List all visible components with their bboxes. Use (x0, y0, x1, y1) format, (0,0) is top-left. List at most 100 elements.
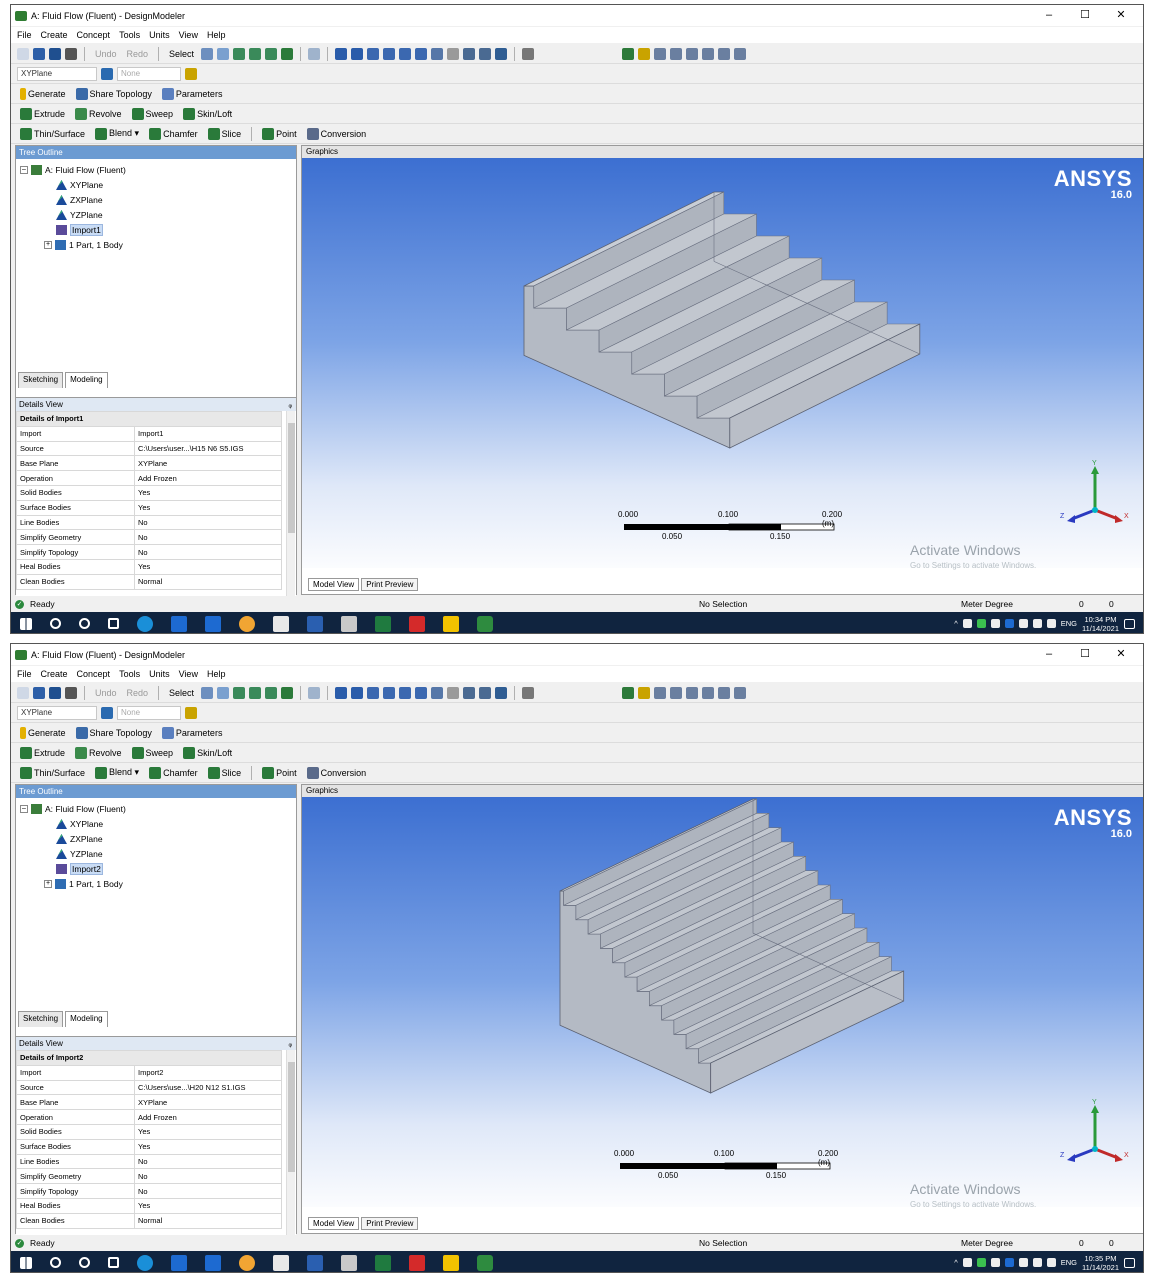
details-value[interactable]: Yes (134, 1197, 282, 1214)
details-group-row[interactable]: Details of Import2 (16, 1050, 282, 1066)
tray-app-icon[interactable] (976, 619, 986, 628)
word-icon[interactable] (307, 1254, 323, 1271)
select-mode-icon[interactable] (201, 47, 214, 60)
rotate-icon[interactable] (335, 686, 348, 699)
display-plane-icon[interactable] (495, 47, 508, 60)
point-button[interactable]: Point (259, 766, 300, 779)
new-plane-icon[interactable] (101, 67, 113, 80)
tree-item-yzplane[interactable]: YZPlane (56, 847, 103, 861)
point-button[interactable]: Point (259, 127, 300, 140)
acrobat-icon[interactable] (409, 1254, 425, 1271)
details-row[interactable]: Simplify Geometry No (16, 529, 282, 546)
details-row[interactable]: Simplify Topology No (16, 544, 282, 560)
extend-selection-icon[interactable] (308, 686, 321, 699)
new-plane-icon[interactable] (101, 706, 113, 719)
minimize-button[interactable]: – (1031, 646, 1067, 662)
new-sketch-icon[interactable] (185, 706, 197, 719)
conversion-button[interactable]: Conversion (304, 127, 370, 140)
clock[interactable]: 10:35 PM 11/14/2021 (1082, 1254, 1119, 1272)
volume-icon[interactable] (1046, 1258, 1056, 1267)
circle-tool-icon[interactable] (702, 47, 715, 60)
menu-view[interactable]: View (179, 30, 198, 40)
cortana-icon[interactable] (79, 618, 90, 629)
wifi-icon[interactable] (1032, 619, 1042, 628)
ruler-icon[interactable] (522, 686, 535, 699)
share-topology-button[interactable]: Share Topology (73, 87, 155, 100)
display-model-icon[interactable] (463, 686, 476, 699)
face-filter-icon[interactable] (265, 686, 278, 699)
select-filter-icon[interactable] (217, 686, 230, 699)
close-button[interactable]: ✕ (1103, 646, 1139, 662)
thin-surface-button[interactable]: Thin/Surface (17, 127, 88, 140)
tab-sketching[interactable]: Sketching (18, 372, 64, 388)
expand-icon[interactable]: + (44, 241, 52, 249)
details-row[interactable]: Base Plane XYPlane (16, 455, 282, 472)
details-group-row[interactable]: Details of Import1 (16, 411, 282, 427)
tab-print-preview[interactable]: Print Preview (361, 1217, 419, 1230)
arc-tool-icon[interactable] (670, 686, 683, 699)
details-value[interactable]: C:\Users\use...\H20 N12 S1.IGS (134, 1079, 282, 1096)
windows-start-icon[interactable] (20, 1256, 32, 1269)
revolve-button[interactable]: Revolve (72, 746, 125, 759)
details-value[interactable]: No (134, 544, 282, 560)
tree-item-yzplane[interactable]: YZPlane (56, 208, 103, 222)
details-scrollbar[interactable] (286, 1050, 295, 1235)
skin-loft-button[interactable]: Skin/Loft (180, 746, 235, 759)
details-row[interactable]: Simplify Geometry No (16, 1168, 282, 1185)
edge-filter-icon[interactable] (249, 686, 262, 699)
paint-icon[interactable] (341, 615, 357, 632)
spline-tool-icon[interactable] (686, 686, 699, 699)
body-filter-icon[interactable] (281, 686, 294, 699)
details-row[interactable]: Clean Bodies Normal (16, 1212, 282, 1229)
details-row[interactable]: Heal Bodies Yes (16, 558, 282, 575)
menu-help[interactable]: Help (207, 30, 226, 40)
tray-app-icon[interactable] (1004, 1258, 1014, 1267)
pin-icon[interactable]: ᵩ (288, 1037, 292, 1050)
select-button[interactable]: Select (166, 49, 197, 59)
menu-concept[interactable]: Concept (77, 669, 111, 679)
tab-model-view[interactable]: Model View (308, 1217, 360, 1230)
new-icon[interactable] (17, 47, 29, 60)
excel-icon[interactable] (375, 615, 391, 632)
details-row[interactable]: Base Plane XYPlane (16, 1094, 282, 1111)
tray-app-icon[interactable] (962, 619, 972, 628)
axis-triad-icon[interactable]: Y X Z (1060, 1097, 1130, 1167)
language-indicator[interactable]: ENG (1061, 1258, 1077, 1267)
thin-surface-button[interactable]: Thin/Surface (17, 766, 88, 779)
chamfer-button[interactable]: Chamfer (146, 766, 201, 779)
sketch-combo[interactable]: None (117, 705, 181, 720)
details-value[interactable]: No (134, 1168, 282, 1185)
tab-modeling[interactable]: Modeling (65, 1011, 108, 1027)
new-plane-icon[interactable] (622, 47, 635, 60)
collapse-icon[interactable]: – (20, 805, 28, 813)
redo-button[interactable]: Redo (124, 49, 152, 59)
tab-sketching[interactable]: Sketching (18, 1011, 64, 1027)
body-filter-icon[interactable] (281, 47, 294, 60)
ruler-icon[interactable] (522, 47, 535, 60)
battery-icon[interactable] (1018, 1258, 1028, 1267)
details-value[interactable]: Add Frozen (134, 470, 282, 486)
chrome-icon[interactable] (239, 1254, 255, 1271)
parameters-button[interactable]: Parameters (159, 726, 226, 739)
line-tool-icon[interactable] (654, 47, 667, 60)
zoom-icon[interactable] (367, 47, 380, 60)
zoom-selection-icon[interactable] (415, 686, 428, 699)
tray-app-icon[interactable] (976, 1258, 986, 1267)
menu-view[interactable]: View (179, 669, 198, 679)
details-row[interactable]: Line Bodies No (16, 514, 282, 531)
look-at-icon[interactable] (447, 47, 460, 60)
triad-icon[interactable] (479, 686, 492, 699)
tree-item-xyplane[interactable]: XYPlane (56, 178, 103, 192)
details-row[interactable]: Line Bodies No (16, 1153, 282, 1170)
save-icon[interactable] (33, 47, 45, 60)
designmodeler-icon[interactable] (477, 615, 493, 632)
point-filter-icon[interactable] (233, 47, 246, 60)
status-units[interactable]: Meter Degree (961, 1238, 1013, 1248)
collapse-icon[interactable]: – (20, 166, 28, 174)
details-value[interactable]: Yes (134, 499, 282, 516)
computer-icon[interactable] (171, 615, 187, 632)
edge-icon[interactable] (137, 1254, 153, 1271)
revolve-button[interactable]: Revolve (72, 107, 125, 120)
tree-item-import[interactable]: Import1 (56, 223, 103, 237)
ansys-workbench-icon[interactable] (443, 615, 459, 632)
